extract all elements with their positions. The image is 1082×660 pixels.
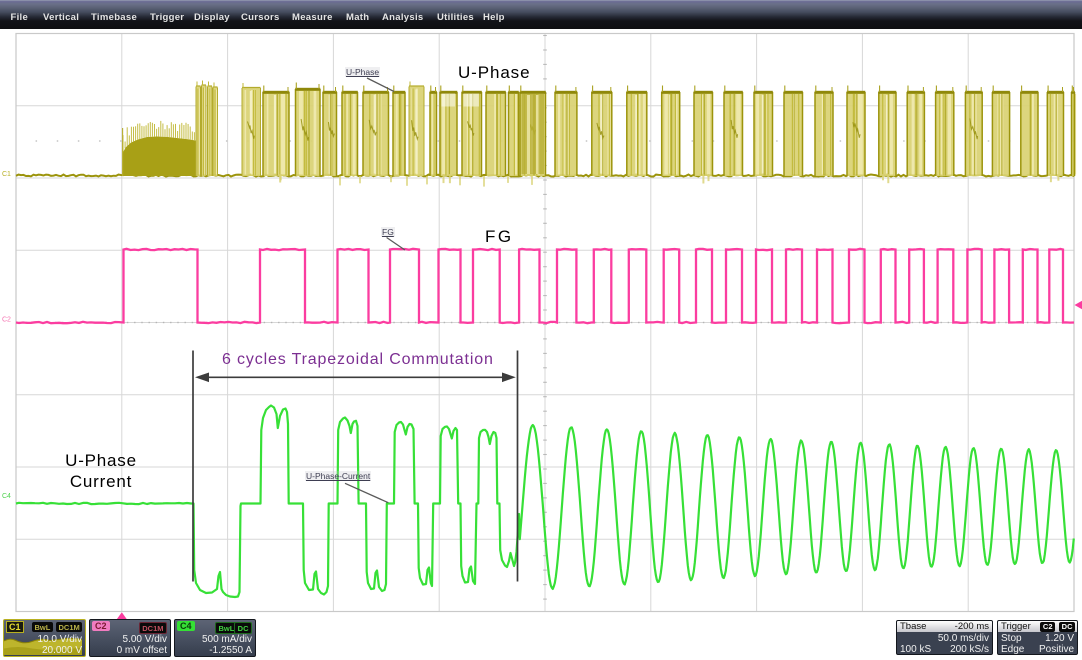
svg-text:C1: C1 <box>2 171 11 178</box>
svg-text:C4: C4 <box>2 493 11 500</box>
svg-text:C2: C2 <box>2 317 11 324</box>
